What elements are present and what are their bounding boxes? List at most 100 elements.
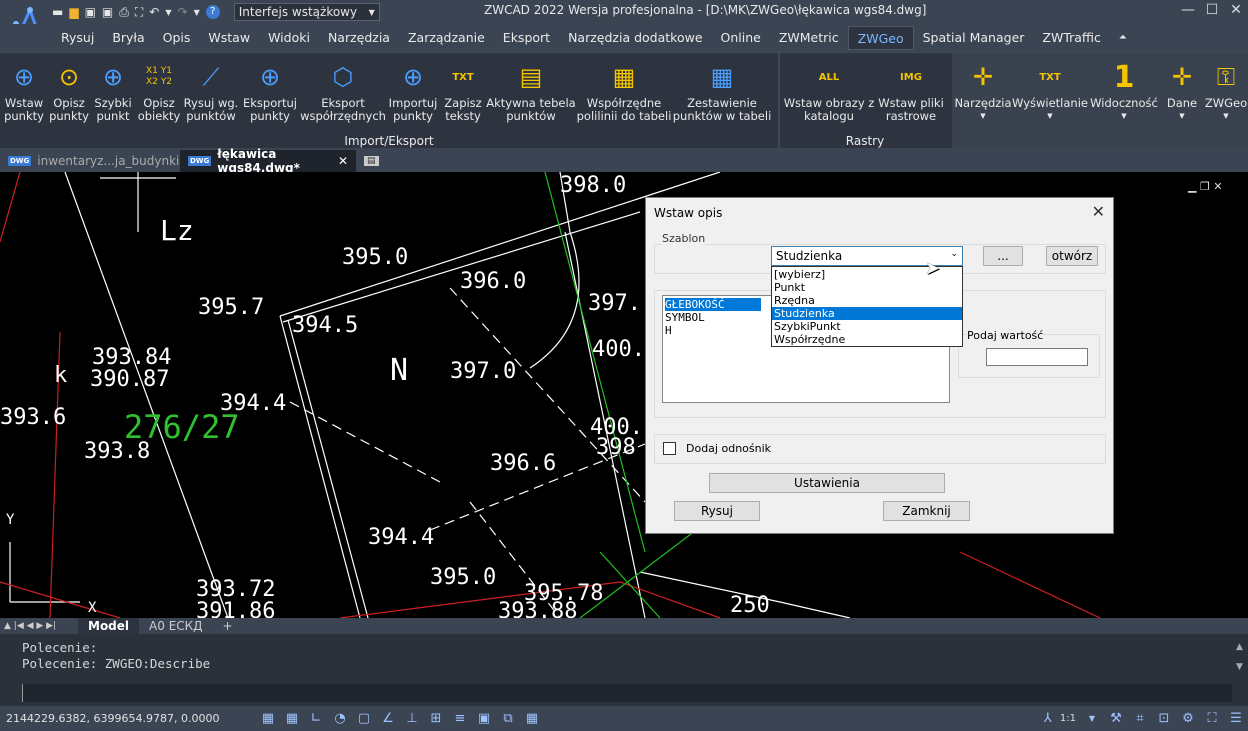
value-input[interactable] bbox=[986, 348, 1088, 366]
undo-icon[interactable]: ↶ bbox=[149, 5, 159, 19]
draw-button[interactable]: Rysuj bbox=[674, 501, 760, 521]
open-button[interactable]: otwórz bbox=[1046, 246, 1098, 266]
add-reference-checkbox[interactable] bbox=[663, 442, 676, 455]
menu-online[interactable]: Online bbox=[712, 26, 770, 50]
tab-nav-icons[interactable]: ▲ |◀ ◀ ▶ ▶| bbox=[0, 621, 78, 631]
workspace-select[interactable]: Interfejs wstążkowy ▼ bbox=[233, 3, 380, 21]
zestawienie-punktow-button[interactable]: ▦ Zestawienie punktów w tabeli bbox=[672, 57, 772, 129]
widocznosc-label: Widoczność bbox=[1090, 96, 1158, 110]
new-tab-button[interactable]: ▤ bbox=[356, 150, 387, 172]
doc-tab-inwentaryzacja[interactable]: DWG inwentaryz...ja_budynki.dwg bbox=[0, 150, 208, 172]
minimize-button[interactable]: — bbox=[1176, 0, 1200, 20]
tab-model[interactable]: Model bbox=[78, 618, 140, 634]
scale-value[interactable]: 1:1 bbox=[1060, 713, 1076, 724]
customize-icon[interactable]: ☰ bbox=[1227, 711, 1245, 727]
isolate-icon[interactable]: ⌗ bbox=[1131, 711, 1149, 727]
annotation-scale-icon[interactable]: ⅄ bbox=[1039, 711, 1057, 727]
aktywna-tabela-button[interactable]: ▤ Aktywna tebela punktów bbox=[486, 57, 576, 129]
menu-zwtraffic[interactable]: ZWTraffic bbox=[1033, 26, 1109, 50]
ribbon-minimize-icon[interactable]: ⏶ bbox=[1110, 26, 1136, 50]
eksportuj-punkty-button[interactable]: ⊕ Eksportuj punkty bbox=[240, 57, 300, 129]
dropdown-option[interactable]: Punkt bbox=[772, 281, 962, 294]
wstaw-pliki-rastrowe-button[interactable]: IMG Wstaw pliki rastrowe bbox=[876, 57, 946, 129]
drawing-label: 394.4 bbox=[368, 525, 434, 550]
open-icon[interactable]: ▆ bbox=[69, 5, 78, 19]
settings-button[interactable]: Ustawienia bbox=[709, 473, 945, 493]
menu-opis[interactable]: Opis bbox=[154, 26, 200, 50]
dropdown-option[interactable]: Studzienka bbox=[772, 307, 962, 320]
dyn-icon[interactable]: ⊞ bbox=[427, 711, 445, 727]
close-dialog-button[interactable]: Zamknij bbox=[883, 501, 970, 521]
menu-bryla[interactable]: Bryła bbox=[103, 26, 153, 50]
zoom-extents-icon[interactable]: ⛶ bbox=[135, 5, 143, 20]
wstaw-obrazy-button[interactable]: ALL Wstaw obrazy z katalogu bbox=[784, 57, 875, 129]
zwgeo-dropdown[interactable]: ⚿ ZWGeo ▼ bbox=[1204, 57, 1248, 129]
close-tab-icon[interactable]: ✕ bbox=[338, 154, 348, 168]
aktywna-label: Aktywna tebela punktów bbox=[486, 96, 576, 123]
polar-icon[interactable]: ◔ bbox=[331, 711, 349, 727]
lineweight-icon[interactable]: ≡ bbox=[451, 711, 469, 727]
dropdown-option[interactable]: Współrzędne bbox=[772, 333, 962, 346]
annotation-monitor-icon[interactable]: ▦ bbox=[523, 711, 541, 727]
otrack-icon[interactable]: ∠ bbox=[379, 711, 397, 727]
workspace-icon[interactable]: ⚒ bbox=[1107, 711, 1125, 727]
wspolrzedne-polilinii-button[interactable]: ▦ Współrzędne polilinii do tabeli bbox=[577, 57, 672, 129]
rysuj-wg-punktow-button[interactable]: ⟋ Rysuj wg. punktów bbox=[184, 57, 239, 129]
menu-spatial-manager[interactable]: Spatial Manager bbox=[914, 26, 1034, 50]
list-item[interactable]: GŁEBOKOŚĆ bbox=[665, 298, 761, 311]
doc-tab-lekawica[interactable]: DWG łękawica wgs84.dwg* ✕ bbox=[180, 147, 356, 175]
menu-eksport[interactable]: Eksport bbox=[494, 26, 559, 50]
save-as-icon[interactable]: ▣ bbox=[102, 5, 113, 19]
dane-dropdown[interactable]: ✛ Dane ▼ bbox=[1162, 57, 1202, 129]
eksport-wspolrzednych-button[interactable]: ⬡ Eksport współrzędnych bbox=[300, 57, 386, 129]
print-icon[interactable]: ⎙ bbox=[119, 5, 129, 20]
redo-icon[interactable]: ↷ bbox=[178, 5, 188, 19]
dropdown-option[interactable]: Rzędna bbox=[772, 294, 962, 307]
opisz-obiekty-button[interactable]: X1 Y1 X2 Y2 Opisz obiekty bbox=[136, 57, 182, 129]
help-icon[interactable]: ? bbox=[205, 5, 220, 19]
zapisz-teksty-button[interactable]: TXT Zapisz teksty bbox=[442, 57, 484, 129]
drawing-label: N bbox=[390, 353, 408, 388]
close-button[interactable]: ✕ bbox=[1224, 0, 1248, 20]
settings-icon[interactable]: ⚙ bbox=[1179, 711, 1197, 727]
chevron-down-icon[interactable]: ▼ bbox=[1083, 711, 1101, 727]
importuj-punkty-button[interactable]: ⊕ Importuj punkty bbox=[386, 57, 440, 129]
menu-zwgeo[interactable]: ZWGeo bbox=[847, 26, 914, 50]
browse-button[interactable]: ... bbox=[983, 246, 1023, 266]
dialog-close-icon[interactable]: ✕ bbox=[1092, 202, 1105, 221]
menu-widoki[interactable]: Widoki bbox=[259, 26, 319, 50]
command-scroll-icon[interactable]: ▲ ▼ bbox=[1236, 642, 1243, 672]
osnap-icon[interactable]: ▢ bbox=[355, 711, 373, 727]
tab-add-layout[interactable]: + bbox=[213, 618, 243, 634]
clean-screen-icon[interactable]: ⛶ bbox=[1203, 711, 1221, 727]
menu-narzedzia-dodatkowe[interactable]: Narzędzia dodatkowe bbox=[559, 26, 711, 50]
menu-wstaw[interactable]: Wstaw bbox=[199, 26, 259, 50]
menu-zwmetric[interactable]: ZWMetric bbox=[770, 26, 848, 50]
ducs-icon[interactable]: ⊥ bbox=[403, 711, 421, 727]
opisz-punkty-button[interactable]: ⊙ Opisz punkty bbox=[48, 57, 90, 129]
tab-a0[interactable]: A0 ЕСКД bbox=[139, 618, 213, 634]
viewport-controls[interactable]: ▁ ❐ ✕ bbox=[1188, 180, 1223, 193]
menu-zarzadzanie[interactable]: Zarządzanie bbox=[399, 26, 494, 50]
grid-icon[interactable]: ▦ bbox=[259, 711, 277, 727]
lock-icon[interactable]: ⊡ bbox=[1155, 711, 1173, 727]
maximize-button[interactable]: ☐ bbox=[1200, 0, 1224, 20]
snap-icon[interactable]: ▦ bbox=[283, 711, 301, 727]
menu-narzedzia[interactable]: Narzędzia bbox=[319, 26, 399, 50]
new-icon[interactable]: ▬ bbox=[52, 5, 63, 19]
save-icon[interactable]: ▣ bbox=[85, 5, 96, 19]
wstaw-punkty-button[interactable]: ⊕ Wstaw punkty bbox=[2, 57, 46, 129]
drawing-green-line bbox=[599, 551, 661, 618]
dropdown-icon[interactable]: ▼ bbox=[194, 8, 200, 17]
szybki-punkt-button[interactable]: ⊕ Szybki punkt bbox=[92, 57, 134, 129]
dropdown-option[interactable]: SzybkiPunkt bbox=[772, 320, 962, 333]
selection-cycling-icon[interactable]: ⧉ bbox=[499, 711, 517, 727]
dropdown-icon[interactable]: ▼ bbox=[165, 8, 171, 17]
transparency-icon[interactable]: ▣ bbox=[475, 711, 493, 727]
widocznosc-dropdown[interactable]: 1 Widoczność ▼ bbox=[1088, 57, 1160, 129]
menu-rysuj[interactable]: Rysuj bbox=[52, 26, 103, 50]
ortho-icon[interactable]: ∟ bbox=[307, 711, 325, 727]
command-input[interactable] bbox=[22, 684, 1232, 702]
narzedzia-dropdown[interactable]: ✛ Narzędzia ▼ bbox=[954, 57, 1012, 129]
wyswietlanie-dropdown[interactable]: TXT Wyświetlanie ▼ bbox=[1012, 57, 1088, 129]
